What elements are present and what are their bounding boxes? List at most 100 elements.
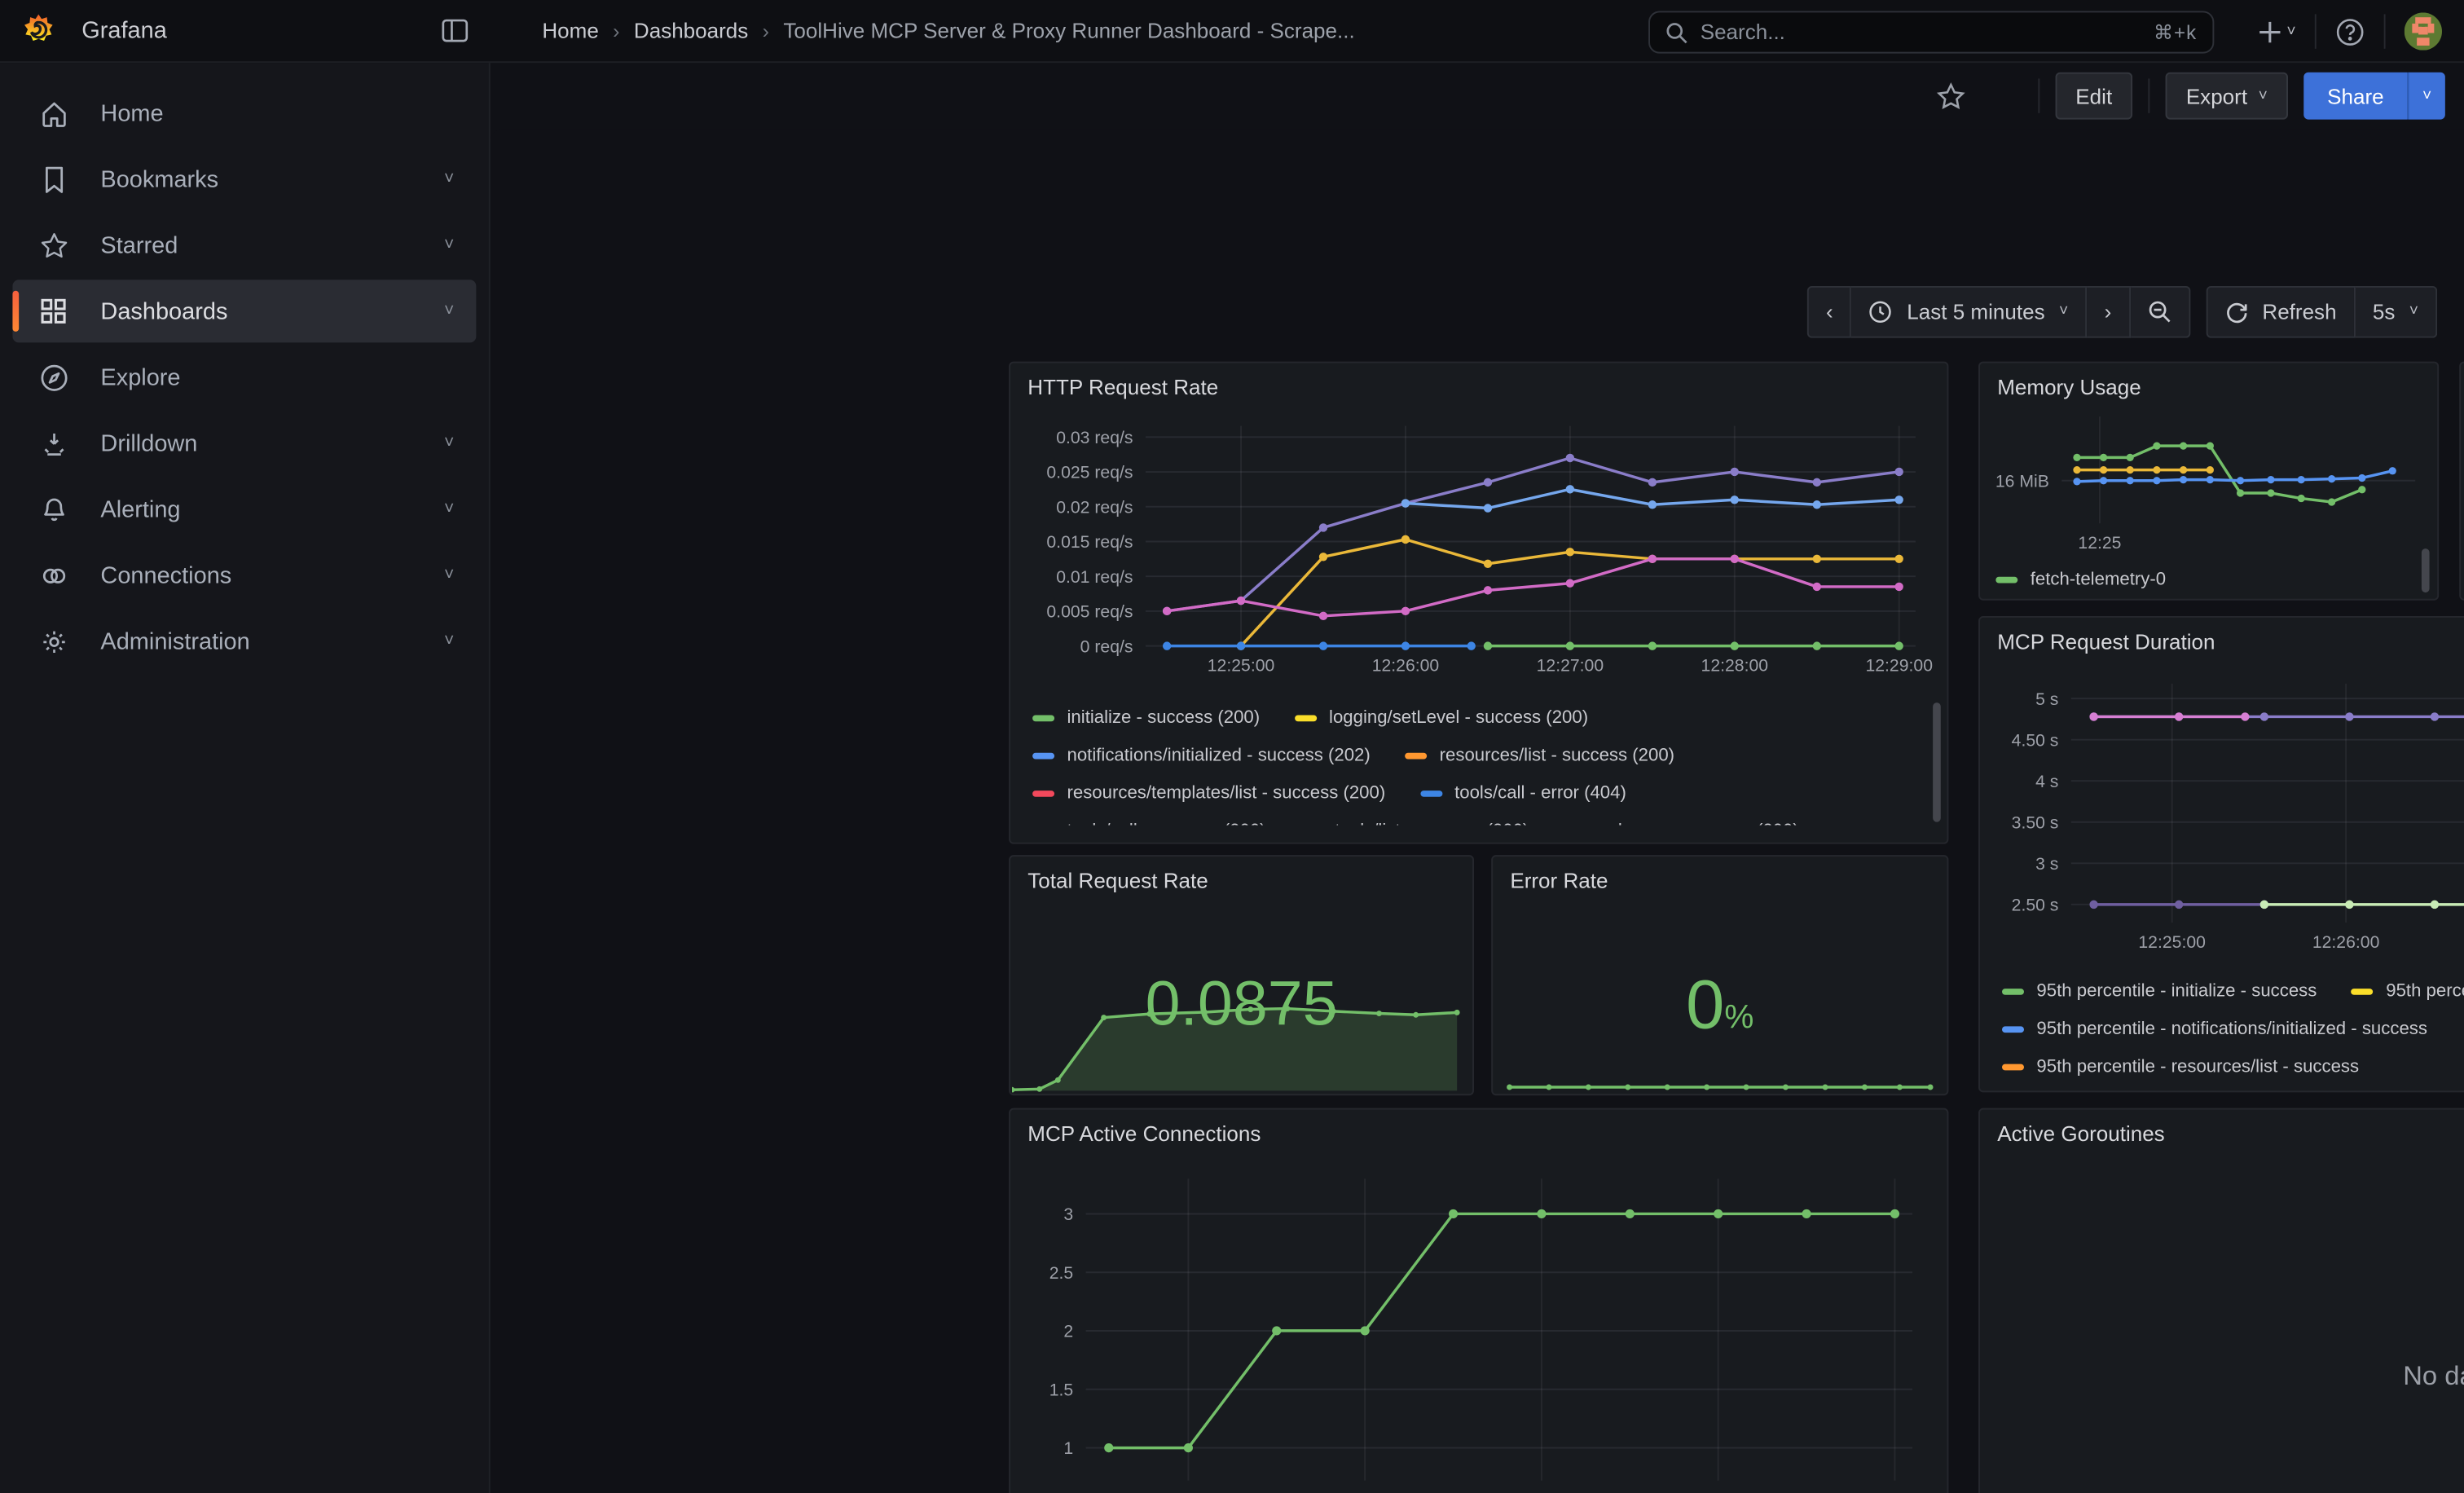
mcp-request-duration-chart[interactable]: 2.50 s3 s3.50 s4 s4.50 s5 s12:25:0012:26… xyxy=(1990,665,2464,963)
sidebar-item-alerting[interactable]: Alerting˅ xyxy=(12,478,476,540)
sidebar-item-label: Connections xyxy=(100,562,231,588)
legend-swatch xyxy=(1995,577,2017,584)
chevron-down-icon[interactable]: ˅ xyxy=(444,434,454,452)
legend-item[interactable]: unknown - success (200) xyxy=(1564,822,1799,826)
chevron-down-icon[interactable]: ˅ xyxy=(444,566,454,584)
legend-row: 95th percentile - initialize - success 95… xyxy=(2002,973,2464,1011)
chevron-down-icon[interactable]: ˅ xyxy=(444,302,454,320)
time-range-picker[interactable]: Last 5 minutes ˅ xyxy=(1852,286,2088,338)
legend-item[interactable]: resources/list - success (200) xyxy=(1405,746,1674,765)
svg-text:12:25: 12:25 xyxy=(2078,534,2121,552)
svg-text:0.03 req/s: 0.03 req/s xyxy=(1056,429,1133,447)
legend-item[interactable]: logging/setLevel - success (200) xyxy=(1295,709,1588,728)
legend-swatch xyxy=(1032,791,1054,797)
grafana-logo-icon[interactable] xyxy=(20,12,56,48)
sidebar-item-connections[interactable]: Connections ˅ xyxy=(12,544,476,606)
sidebar-item-bookmarks[interactable]: Bookmarks ˅ xyxy=(12,148,476,210)
time-controls: ‹ Last 5 minutes ˅ › xyxy=(1807,286,2437,338)
svg-text:0.02 req/s: 0.02 req/s xyxy=(1056,498,1133,517)
panel-memory-usage[interactable]: Memory Usage 16 MiB12:25 fetch-telemetry… xyxy=(1978,362,2439,601)
legend-label: 95th percentile - resources/list - succe… xyxy=(2036,1058,2359,1077)
svg-text:2: 2 xyxy=(1063,1323,1073,1341)
legend-item[interactable]: fetch-telemetry-0 xyxy=(1995,570,2166,589)
no-data-message: No data xyxy=(1980,1361,2464,1393)
dashboard-actions-row: Edit Export ˅ Share ˅ xyxy=(491,63,2464,129)
sidebar-item-starred[interactable]: Starred ˅ xyxy=(12,214,476,276)
plug-icon xyxy=(37,561,69,591)
legend-item[interactable]: tools/list - success (200) xyxy=(1300,822,1529,826)
brand-label: Grafana xyxy=(81,17,167,44)
chevron-down-icon[interactable]: ˅ xyxy=(444,500,454,518)
help-icon[interactable] xyxy=(2335,16,2365,46)
time-back-button[interactable]: ‹ xyxy=(1807,286,1852,338)
legend-label: notifications/initialized - success (202… xyxy=(1067,746,1370,765)
star-icon xyxy=(37,231,69,261)
legend-item[interactable]: tools/call - success (200) xyxy=(1032,822,1265,826)
panel-total-request-rate[interactable]: Total Request Rate 0.0875 xyxy=(1009,855,1474,1095)
chevron-down-icon[interactable]: ˅ xyxy=(444,170,454,188)
chevron-down-icon[interactable]: ˅ xyxy=(444,236,454,254)
export-button[interactable]: Export ˅ xyxy=(2166,73,2288,120)
svg-text:12:29:00: 12:29:00 xyxy=(1865,656,1933,675)
sidebar-item-drilldown[interactable]: Drilldown˅ xyxy=(12,412,476,474)
error-rate-sparkline xyxy=(1494,1073,1945,1092)
panel-cpu-usage[interactable]: CPU Usage 0%0.2%12:25 fetch-telemetry-0 xyxy=(2459,362,2464,601)
share-button[interactable]: Share xyxy=(2303,73,2407,120)
legend-item[interactable]: resources/templates/list - success (200) xyxy=(1032,784,1385,803)
panel-mcp-request-duration[interactable]: MCP Request Duration 2.50 s3 s3.50 s4 s4… xyxy=(1978,616,2464,1092)
panel-http-request-rate[interactable]: HTTP Request Rate 0 req/s0.005 req/s0.01… xyxy=(1009,362,1948,844)
legend-row: 95th percentile - notifications/initiali… xyxy=(2002,1011,2464,1048)
mcp-active-connections-chart[interactable]: 11.522.5312:25:0012:26:0012:27:0012:28:0… xyxy=(1020,1156,1938,1493)
legend-item[interactable]: 95th percentile - logging/setLevel - suc… xyxy=(2352,982,2464,1001)
dashboard-canvas: ‹ Last 5 minutes ˅ › xyxy=(491,129,2464,1493)
svg-text:1: 1 xyxy=(1063,1439,1073,1458)
chevron-down-icon[interactable]: ˅ xyxy=(444,632,454,650)
sidebar-toggle-icon[interactable] xyxy=(442,19,469,42)
legend-item[interactable]: initialize - success (200) xyxy=(1032,709,1260,728)
legend-item[interactable]: tools/call - error (404) xyxy=(1420,784,1626,803)
legend-row: 95th percentile - resources/templates/li… xyxy=(2002,1086,2464,1090)
add-button[interactable]: ˅ xyxy=(2259,20,2296,43)
panel-active-goroutines[interactable]: Active Goroutines No data xyxy=(1978,1108,2464,1493)
svg-text:12:25:00: 12:25:00 xyxy=(2138,933,2206,952)
legend-label: unknown - success (200) xyxy=(1598,822,1799,826)
refresh-button[interactable]: Refresh xyxy=(2206,286,2356,338)
legend-item[interactable]: 95th percentile - initialize - success xyxy=(2002,982,2317,1001)
legend-item[interactable]: notifications/initialized - success (202… xyxy=(1032,746,1371,765)
svg-text:1.5: 1.5 xyxy=(1049,1381,1073,1399)
http-request-rate-chart[interactable]: 0 req/s0.005 req/s0.01 req/s0.015 req/s0… xyxy=(1020,410,1938,684)
svg-text:12:26:00: 12:26:00 xyxy=(2312,933,2380,952)
favorite-star-icon[interactable] xyxy=(1936,81,1966,111)
svg-text:3.50 s: 3.50 s xyxy=(2012,813,2059,832)
refresh-interval-picker[interactable]: 5s ˅ xyxy=(2356,286,2437,338)
svg-text:2.5: 2.5 xyxy=(1049,1264,1073,1283)
panel-error-rate[interactable]: Error Rate 0% xyxy=(1491,855,1948,1095)
sidebar-item-dashboards[interactable]: Dashboards˅ xyxy=(12,280,476,342)
sidebar-item-label: Bookmarks xyxy=(100,165,218,192)
legend-swatch xyxy=(2352,989,2374,995)
divider xyxy=(2315,14,2317,48)
dashboards-icon xyxy=(37,297,69,325)
share-caret-button[interactable]: ˅ xyxy=(2408,73,2445,120)
breadcrumb-item[interactable]: Home xyxy=(542,19,598,42)
sidebar-item-label: Starred xyxy=(100,231,178,258)
legend-item[interactable]: 95th percentile - resources/list - succe… xyxy=(2002,1058,2359,1077)
memory-usage-chart[interactable]: 16 MiB12:25 xyxy=(1987,404,2431,552)
edit-button[interactable]: Edit xyxy=(2055,73,2132,120)
sidebar-item-home[interactable]: Home xyxy=(12,81,476,144)
user-avatar[interactable] xyxy=(2405,12,2442,50)
grafana-app: Grafana Home›Dashboards›ToolHive MCP Ser… xyxy=(0,0,2464,1493)
legend-scrollbar[interactable] xyxy=(1933,702,1941,822)
legend-scrollbar[interactable] xyxy=(2422,548,2430,592)
sidebar-item-explore[interactable]: Explore xyxy=(12,346,476,408)
search-box[interactable]: ⌘+k xyxy=(1648,11,2214,53)
panel-mcp-active-connections[interactable]: MCP Active Connections 11.522.5312:25:00… xyxy=(1009,1108,1948,1493)
breadcrumb-item[interactable]: Dashboards xyxy=(634,19,748,42)
legend-swatch xyxy=(1420,791,1442,797)
time-forward-button[interactable]: › xyxy=(2087,286,2130,338)
legend-item[interactable]: 95th percentile - notifications/initiali… xyxy=(2002,1020,2427,1039)
zoom-out-button[interactable] xyxy=(2130,286,2189,338)
sidebar-item-administration[interactable]: Administration˅ xyxy=(12,610,476,672)
search-input[interactable] xyxy=(1701,20,2141,44)
add-caret-icon: ˅ xyxy=(2286,23,2295,40)
